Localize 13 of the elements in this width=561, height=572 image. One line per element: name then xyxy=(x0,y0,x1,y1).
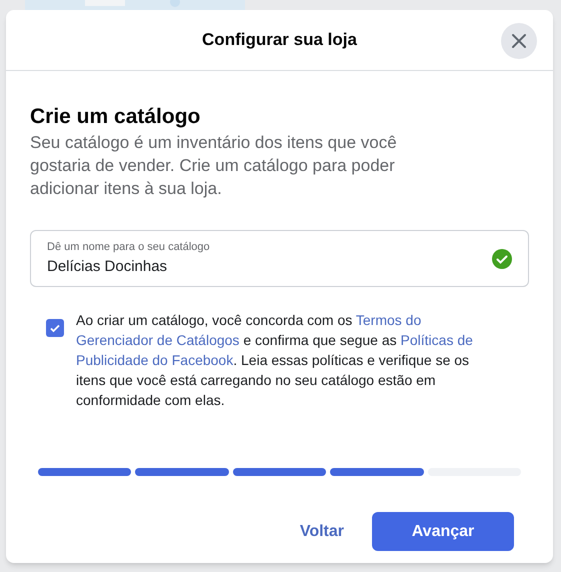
back-button[interactable]: Voltar xyxy=(300,520,344,544)
agreement-text: Ao criar um catálogo, você concorda com os Termos do Gerenciador de Catálogos e confirma que segue as Políticas de Publicidade do Facebook. Leia essas políticas e verifique se os itens que você está carregando no seu catálogo estão em conformidade com elas. xyxy=(76,311,474,410)
next-button[interactable]: Avançar xyxy=(372,512,514,551)
check-icon xyxy=(49,322,61,334)
section-heading: Crie um catálogo xyxy=(30,104,202,130)
field-value: Delícias Docinhas xyxy=(47,256,168,276)
dialog-title: Configurar sua loja xyxy=(202,29,357,52)
agree-checkbox[interactable] xyxy=(46,319,64,337)
field-label: Dê um nome para o seu catálogo xyxy=(47,240,211,255)
close-icon xyxy=(511,33,527,49)
section-description: Seu catálogo é um inventário dos itens que você gostaria de vender. Crie um catálogo para poder adicionar itens à sua loja. xyxy=(30,132,398,200)
name-input-field[interactable]: Dê um nome para o seu catálogo Delícias Docinhas xyxy=(30,230,529,287)
close-button[interactable] xyxy=(501,23,537,59)
